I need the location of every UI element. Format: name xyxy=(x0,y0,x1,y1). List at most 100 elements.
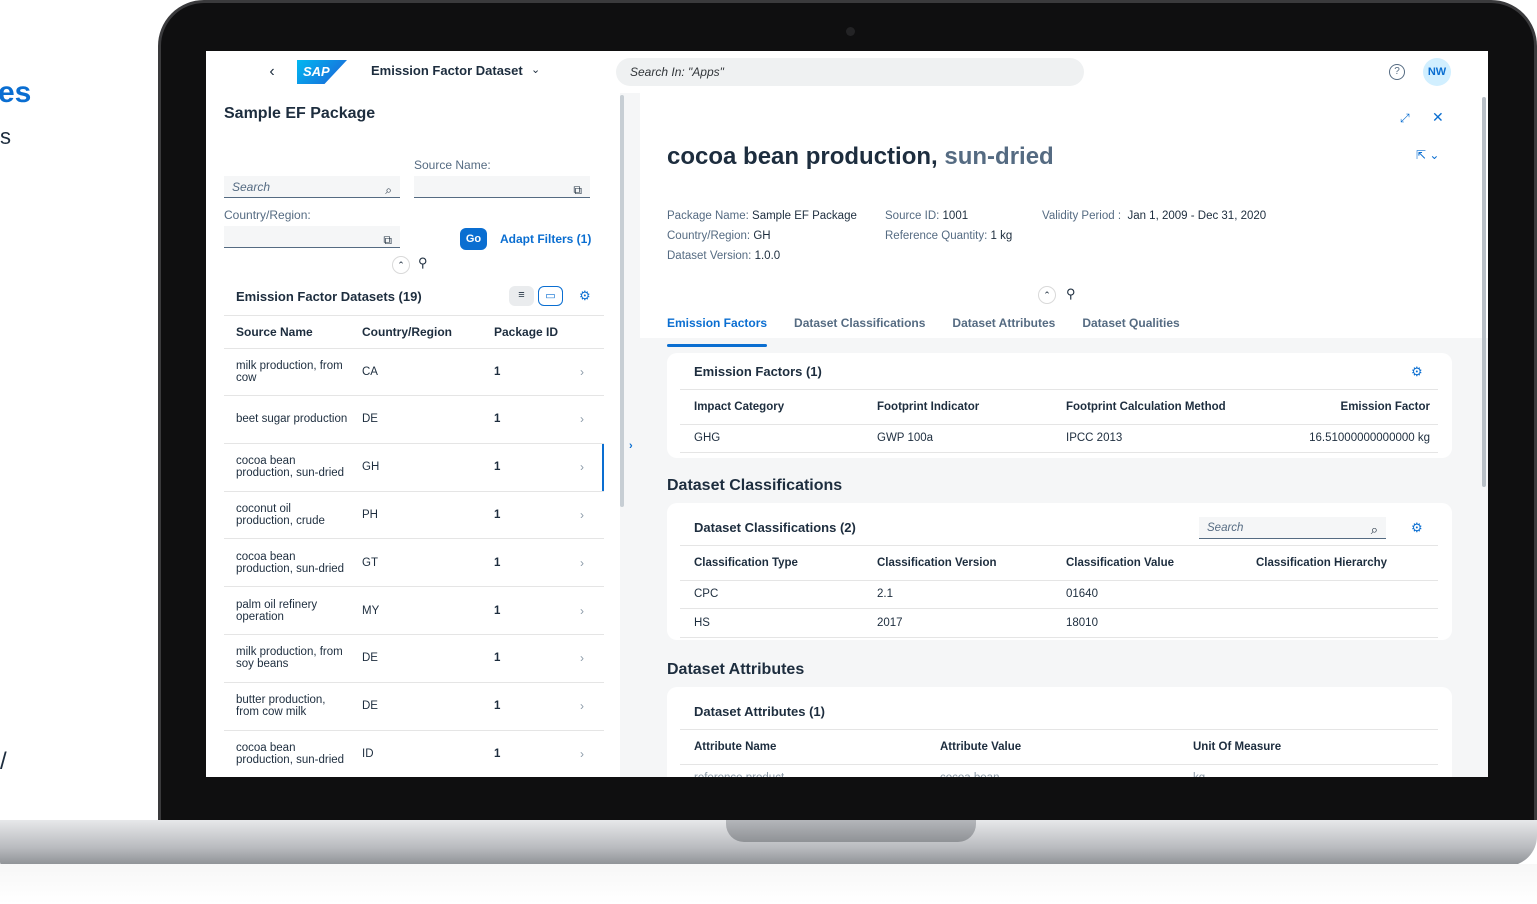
filter-search-input[interactable]: Search ⌕ xyxy=(224,176,400,198)
pin-icon[interactable]: ⚲ xyxy=(1066,286,1076,302)
emission-factors-card: Emission Factors (1) ⚙ Impact Category F… xyxy=(667,353,1452,458)
table-row[interactable]: reference product cocoa bean kg xyxy=(680,764,1438,777)
fullscreen-icon[interactable]: ⤢ xyxy=(1400,111,1410,126)
column-header[interactable]: Footprint Indicator xyxy=(863,390,1052,424)
column-header[interactable]: Package ID xyxy=(482,316,560,348)
table-row[interactable]: cocoa bean production, sun-dried ID 1 › xyxy=(224,730,604,777)
navigation-chevron-icon[interactable]: › xyxy=(560,539,604,586)
chevron-down-icon[interactable]: ⌄ xyxy=(531,63,540,76)
column-header[interactable]: Source Name xyxy=(224,316,350,348)
tab-dataset-classifications[interactable]: Dataset Classifications xyxy=(794,316,925,338)
table-cell: cocoa bean xyxy=(926,764,1179,777)
card-title: Dataset Attributes (1) xyxy=(694,704,825,719)
table-row[interactable]: cocoa bean production, sun-dried GH 1 › xyxy=(224,444,604,492)
column-header[interactable]: Footprint Calculation Method xyxy=(1052,390,1242,424)
table-row[interactable]: HS 2017 18010 xyxy=(680,609,1438,638)
tab-dataset-qualities[interactable]: Dataset Qualities xyxy=(1082,316,1179,338)
table-header-row: Impact Category Footprint Indicator Foot… xyxy=(680,389,1438,425)
back-icon[interactable]: ‹ xyxy=(262,62,282,82)
sap-logo[interactable]: SAP xyxy=(297,60,347,84)
kv-value: 1.0.0 xyxy=(754,250,781,262)
navigation-chevron-icon[interactable]: › xyxy=(560,730,604,777)
avatar[interactable]: NW xyxy=(1423,58,1451,86)
column-header[interactable]: Classification Hierarchy xyxy=(1242,546,1438,580)
table-row[interactable]: milk production, from soy beans DE 1 › xyxy=(224,635,604,683)
table-cell: HS xyxy=(694,617,710,629)
table-cell: DE xyxy=(362,652,378,665)
compact-view-icon[interactable]: ▭ xyxy=(538,286,563,306)
settings-gear-icon[interactable]: ⚙ xyxy=(1411,364,1423,380)
app-title[interactable]: Emission Factor Dataset xyxy=(371,63,523,78)
list-view-icon[interactable]: ≡ xyxy=(509,286,534,306)
tab-dataset-attributes[interactable]: Dataset Attributes xyxy=(952,316,1055,338)
tab-emission-factors[interactable]: Emission Factors xyxy=(667,316,768,347)
search-placeholder: Search xyxy=(1207,522,1244,534)
collapse-header-icon[interactable]: ⌃ xyxy=(1038,286,1056,304)
table-cell: GT xyxy=(362,556,378,569)
column-header[interactable]: Impact Category xyxy=(680,390,863,424)
table-cell: milk production, from cow xyxy=(236,359,343,384)
country-region-field[interactable]: ⧉ xyxy=(224,226,400,248)
column-header[interactable]: Country/Region xyxy=(350,316,482,348)
search-icon[interactable]: ⌕ xyxy=(1371,519,1378,541)
table-cell: 1 xyxy=(494,700,501,713)
column-header[interactable]: Classification Version xyxy=(863,546,1052,580)
pin-icon[interactable]: ⚲ xyxy=(418,255,428,271)
value-help-icon[interactable]: ⧉ xyxy=(383,229,392,251)
table-row[interactable]: GHG GWP 100a IPCC 2013 16.51000000000000… xyxy=(680,424,1438,453)
classifications-search-input[interactable]: Search ⌕ xyxy=(1199,517,1386,539)
navigation-chevron-icon[interactable]: › xyxy=(560,491,604,538)
section-title-attributes: Dataset Attributes xyxy=(667,661,805,678)
column-header[interactable]: Emission Factor xyxy=(1242,390,1438,424)
column-header[interactable]: Classification Type xyxy=(680,546,863,580)
background-heading-fragment: es xyxy=(0,76,32,109)
table-toolbar: ≡ ▭ xyxy=(509,286,563,306)
kv-value: Jan 1, 2009 - Dec 31, 2020 xyxy=(1127,210,1267,222)
table-row[interactable]: coconut oil production, crude PH 1 › xyxy=(224,491,604,540)
navigation-chevron-icon[interactable]: › xyxy=(560,444,604,491)
column-header[interactable]: Unit Of Measure xyxy=(1179,730,1438,764)
column-header[interactable]: Attribute Name xyxy=(680,730,926,764)
help-icon[interactable]: ? xyxy=(1389,64,1405,80)
kv-value: 1001 xyxy=(942,210,969,222)
table-row[interactable]: CPC 2.1 01640 xyxy=(680,580,1438,609)
column-header[interactable]: Classification Value xyxy=(1052,546,1242,580)
share-icon[interactable]: ⇱ ⌄ xyxy=(1416,148,1439,162)
table-cell: butter production, from cow milk xyxy=(236,694,326,719)
table-title: Emission Factor Datasets (19) xyxy=(236,289,422,304)
table-row[interactable]: milk production, from cow CA 1 › xyxy=(224,348,604,396)
navigation-chevron-icon[interactable]: › xyxy=(560,683,604,730)
card-title: Dataset Classifications (2) xyxy=(694,520,856,535)
expand-arrow-icon[interactable]: › xyxy=(629,440,633,452)
adapt-filters-link[interactable]: Adapt Filters (1) xyxy=(500,232,591,246)
go-button[interactable]: Go xyxy=(460,228,487,250)
table-row[interactable]: butter production, from cow milk DE 1 › xyxy=(224,683,604,731)
table-cell: cocoa bean production, sun-dried xyxy=(236,550,345,575)
source-name-field[interactable]: ⧉ xyxy=(414,176,590,198)
close-icon[interactable]: ✕ xyxy=(1432,109,1444,126)
marketing-image: es s / ‹ SAP Emission Factor Dataset ⌄ S… xyxy=(0,0,1537,904)
table-row[interactable]: beet sugar production DE 1 › xyxy=(224,396,604,444)
navigation-chevron-icon[interactable]: › xyxy=(560,348,604,395)
settings-gear-icon[interactable]: ⚙ xyxy=(579,288,591,304)
navigation-chevron-icon[interactable]: › xyxy=(560,635,604,682)
search-icon[interactable]: ⌕ xyxy=(385,179,392,201)
collapse-header-icon[interactable]: ⌃ xyxy=(392,256,410,274)
navigation-chevron-icon[interactable]: › xyxy=(560,587,604,634)
detail-scrollbar[interactable] xyxy=(1482,97,1486,487)
table-row[interactable]: cocoa bean production, sun-dried GT 1 › xyxy=(224,539,604,588)
table-cell: 1 xyxy=(494,508,501,521)
table-cell: palm oil refinery operation xyxy=(236,598,318,623)
shell-search-input[interactable]: Search In: "Apps" xyxy=(616,58,1084,86)
navigation-chevron-icon[interactable]: › xyxy=(560,396,604,443)
datasets-table: Emission Factor Datasets (19) ≡ ▭ ⚙ Sour… xyxy=(224,279,604,777)
value-help-icon[interactable]: ⧉ xyxy=(573,179,582,201)
settings-gear-icon[interactable]: ⚙ xyxy=(1411,520,1423,536)
table-header-row: Attribute Name Attribute Value Unit Of M… xyxy=(680,729,1438,765)
table-row[interactable]: palm oil refinery operation MY 1 › xyxy=(224,587,604,635)
table-cell: 1 xyxy=(494,556,501,569)
table-header-row: Classification Type Classification Versi… xyxy=(680,545,1438,581)
column-header[interactable]: Attribute Value xyxy=(926,730,1179,764)
pane-scrollbar[interactable] xyxy=(620,95,624,507)
table-cell: CPC xyxy=(694,588,719,600)
